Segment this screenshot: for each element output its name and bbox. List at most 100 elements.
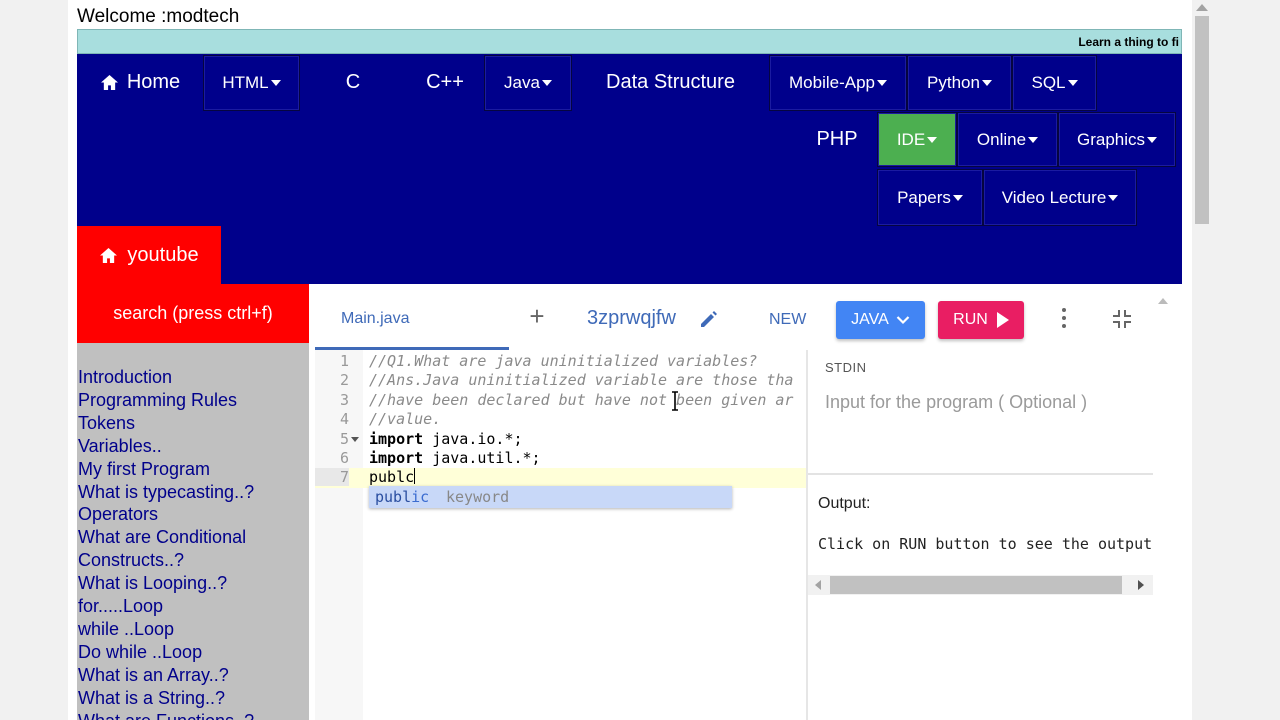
- nav-sql[interactable]: SQL: [1012, 55, 1097, 111]
- nav-papers[interactable]: Papers: [877, 169, 983, 226]
- sidebar-search-button[interactable]: search (press ctrl+f): [77, 284, 309, 343]
- nav-python[interactable]: Python: [907, 55, 1012, 111]
- code-line: 6 import java.util.*;: [315, 449, 806, 468]
- code-comment: //value.: [369, 410, 442, 429]
- sidebar-link[interactable]: for.....Loop: [78, 595, 306, 618]
- nav-video-lecture[interactable]: Video Lecture: [983, 169, 1137, 226]
- tab-main-java[interactable]: Main.java: [341, 310, 409, 328]
- ticker-text: Learn a thing to fi: [1078, 35, 1179, 49]
- output-scrollbar[interactable]: [808, 575, 1153, 595]
- sidebar-link[interactable]: Introduction: [78, 366, 306, 389]
- language-select[interactable]: JAVA: [836, 301, 925, 339]
- scroll-left-arrow[interactable]: [815, 580, 821, 590]
- sidebar-link[interactable]: What is typecasting..?: [78, 481, 306, 504]
- page-scrollbar[interactable]: [1192, 0, 1212, 720]
- sidebar-link[interactable]: Constructs..?: [78, 549, 306, 572]
- code-keyword: import: [369, 429, 424, 448]
- collapse-icon[interactable]: [1112, 309, 1132, 329]
- caret-down-icon: [1028, 136, 1039, 143]
- autocomplete-suggestion[interactable]: public keyword: [369, 486, 732, 508]
- nav-graphics[interactable]: Graphics: [1058, 112, 1176, 167]
- autocomplete-match: publ: [375, 488, 412, 506]
- nav-ide[interactable]: IDE: [877, 112, 957, 167]
- code-comment: //have been declared but have not been g…: [369, 390, 794, 409]
- scroll-thumb[interactable]: [830, 576, 1122, 594]
- code-line: 2 //Ans.Java uninitialized variable are …: [315, 371, 806, 390]
- nav-home[interactable]: Home: [77, 54, 203, 111]
- nav-youtube[interactable]: youtube: [77, 226, 221, 284]
- scroll-thumb[interactable]: [1195, 16, 1209, 224]
- sidebar-link[interactable]: What is a String..?: [78, 687, 306, 710]
- nav-php[interactable]: PHP: [797, 111, 877, 167]
- nav-cpp[interactable]: C++: [406, 54, 484, 111]
- code-line: 3 //have been declared but have not been…: [315, 391, 806, 410]
- autocomplete-rest: ic: [411, 488, 430, 506]
- line-number: 1: [339, 352, 349, 370]
- output-label: Output:: [818, 495, 871, 512]
- sidebar-link[interactable]: while ..Loop: [78, 618, 306, 641]
- autocomplete-type: keyword: [446, 488, 510, 506]
- caret-down-icon: [927, 136, 938, 143]
- line-number: 6: [339, 449, 349, 467]
- stdin-label: STDIN: [825, 360, 867, 375]
- code-editor[interactable]: 1 //Q1.What are java uninitialized varia…: [315, 350, 806, 720]
- panel-scroll-up-icon[interactable]: [1158, 298, 1168, 304]
- nav-youtube-label: youtube: [127, 243, 199, 266]
- sidebar-link[interactable]: What is an Array..?: [78, 664, 306, 687]
- caret-down-icon: [1147, 136, 1158, 143]
- nav-papers-label: Papers: [897, 187, 951, 207]
- scroll-right-arrow[interactable]: [1138, 580, 1144, 590]
- sidebar-link[interactable]: What is Looping..?: [78, 572, 306, 595]
- sidebar-link[interactable]: Tokens: [78, 412, 306, 435]
- add-file-icon[interactable]: +: [525, 303, 549, 329]
- sidebar-link[interactable]: Variables..: [78, 435, 306, 458]
- nav-html-label: HTML: [222, 73, 269, 92]
- new-button[interactable]: NEW: [769, 311, 806, 329]
- caret-down-icon: [270, 80, 281, 86]
- nav-graphics-label: Graphics: [1076, 129, 1146, 149]
- caret-down-icon: [981, 80, 992, 86]
- nav-sql-label: SQL: [1031, 73, 1066, 92]
- code-line: 1 //Q1.What are java uninitialized varia…: [315, 352, 806, 371]
- pencil-icon[interactable]: [699, 309, 719, 329]
- line-number: 5: [339, 429, 349, 448]
- nav-video-lecture-label: Video Lecture: [1001, 187, 1107, 207]
- run-label: RUN: [953, 311, 988, 328]
- scroll-up-arrow[interactable]: [1196, 4, 1208, 11]
- code-text: publc: [369, 468, 415, 487]
- stdin-panel[interactable]: STDIN Input for the program ( Optional ): [808, 350, 1153, 475]
- code-line: 4 //value.: [315, 410, 806, 429]
- nav-mobile-app[interactable]: Mobile-App: [769, 55, 907, 111]
- sidebar-link[interactable]: Programming Rules: [78, 389, 306, 412]
- file-id: 3zprwqjfw: [587, 307, 676, 329]
- language-label: JAVA: [851, 311, 889, 328]
- window-right-margin: [1212, 0, 1280, 720]
- sidebar-link[interactable]: What are Functions..?: [78, 710, 306, 720]
- line-number: 3: [339, 390, 349, 409]
- home-icon: [100, 74, 118, 91]
- nav-html[interactable]: HTML: [203, 55, 300, 111]
- stdin-input[interactable]: Input for the program ( Optional ): [825, 392, 1087, 413]
- sidebar-link[interactable]: What are Conditional: [78, 526, 306, 549]
- code-text: java.io.*;: [423, 429, 523, 448]
- online-ide: Main.java + 3zprwqjfw NEW JAVA RUN 1 //Q…: [309, 284, 1192, 720]
- nav-python-label: Python: [927, 73, 980, 92]
- more-options-icon[interactable]: [1059, 308, 1069, 332]
- mouse-ibeam-cursor: [672, 391, 678, 411]
- output-panel: Output: Click on RUN button to see the o…: [808, 475, 1153, 720]
- nav-online[interactable]: Online: [957, 112, 1058, 167]
- run-button[interactable]: RUN: [938, 301, 1024, 339]
- output-text: Click on RUN button to see the output: [818, 535, 1153, 553]
- line-number: 4: [339, 410, 349, 429]
- sidebar-link[interactable]: Do while ..Loop: [78, 641, 306, 664]
- sidebar-link[interactable]: My first Program: [78, 458, 306, 481]
- top-navigation: Home HTML C C++ Java Data Structure Mobi…: [77, 54, 1182, 284]
- nav-data-structure[interactable]: Data Structure: [572, 54, 769, 111]
- nav-java[interactable]: Java: [484, 55, 572, 111]
- fold-arrow-icon[interactable]: [351, 436, 359, 442]
- nav-c[interactable]: C: [300, 54, 406, 111]
- sidebar-link[interactable]: Operators: [78, 503, 306, 526]
- nav-java-label: Java: [504, 73, 540, 92]
- caret-down-icon: [952, 194, 963, 201]
- code-comment: //Ans.Java uninitialized variable are th…: [369, 371, 794, 390]
